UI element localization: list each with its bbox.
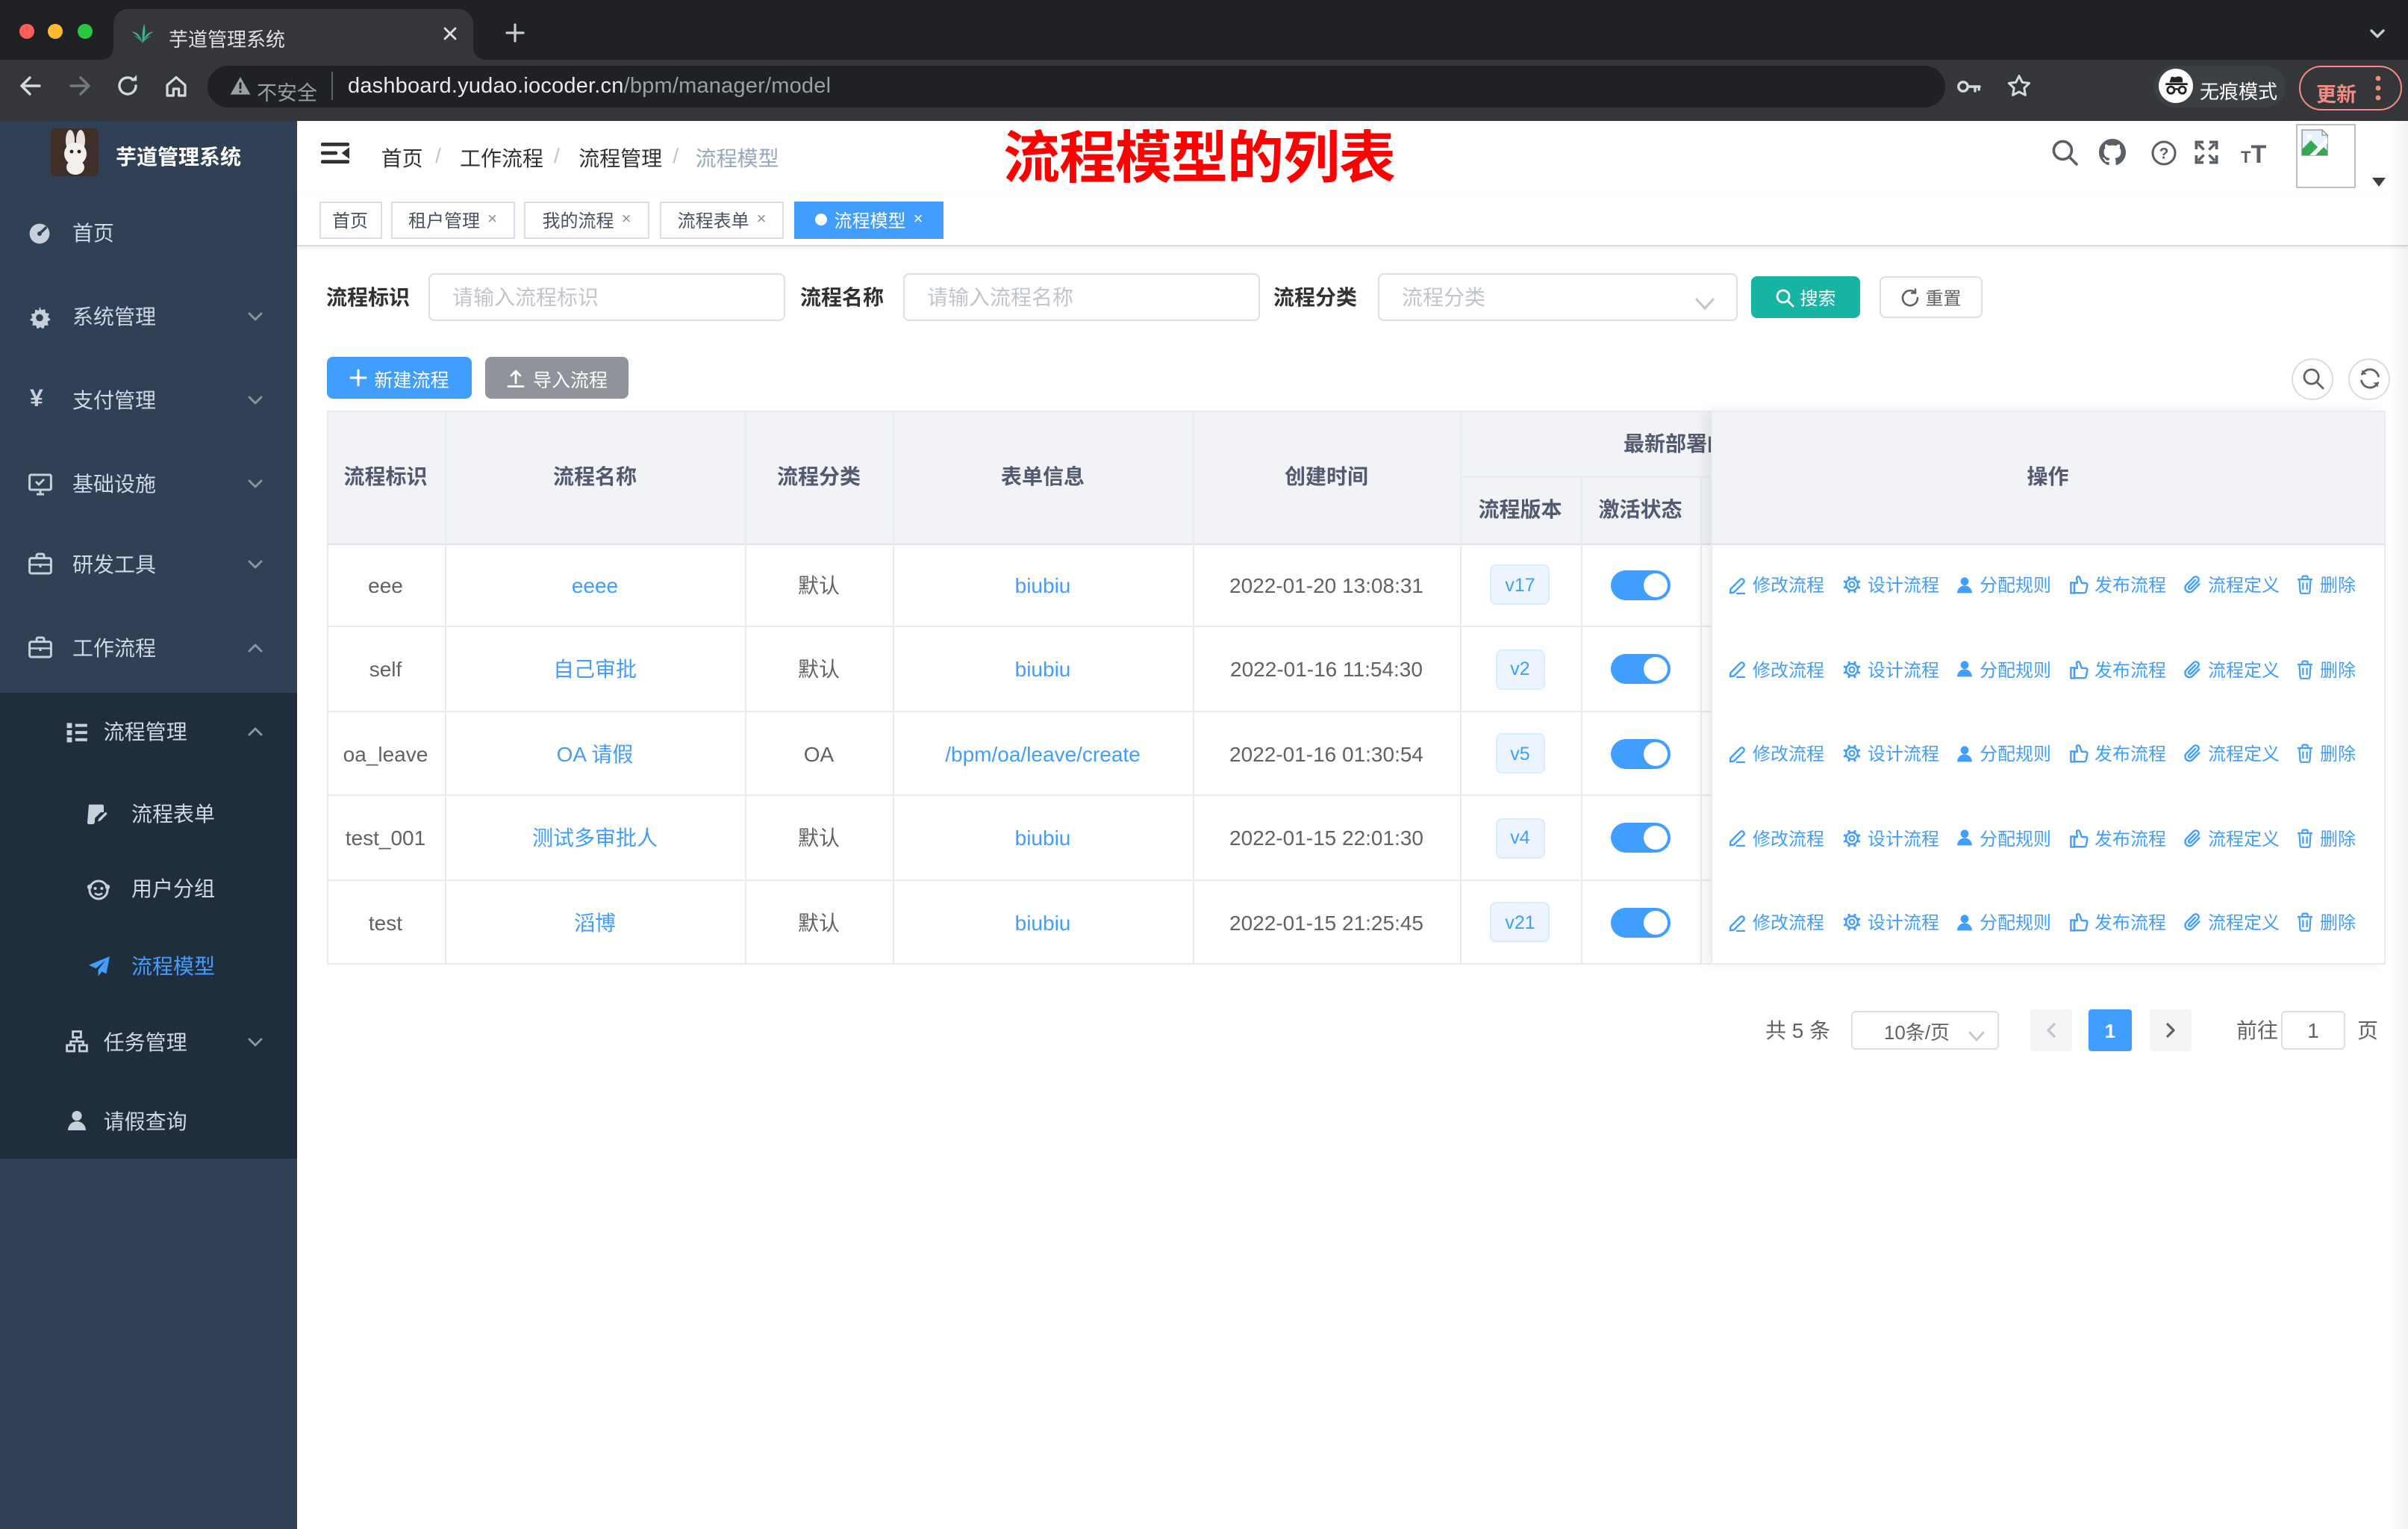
svg-text:?: ? xyxy=(2159,144,2169,161)
